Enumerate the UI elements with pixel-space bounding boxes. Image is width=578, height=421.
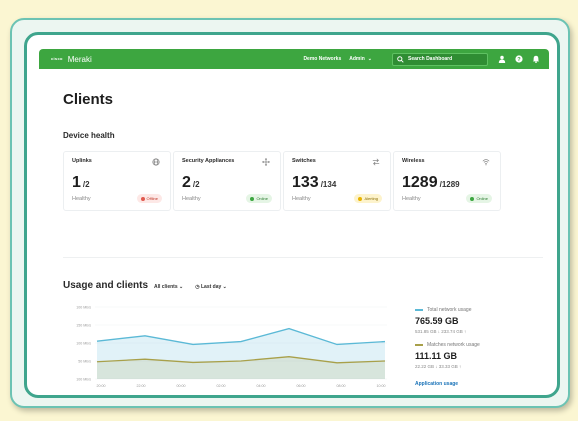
badge-label: Alerting	[364, 196, 378, 201]
application-usage-link[interactable]: Application usage	[415, 381, 535, 387]
bell-icon[interactable]	[532, 55, 540, 63]
status-badge: Online	[246, 194, 272, 203]
status-badge: Online	[466, 194, 492, 203]
user-icon[interactable]	[498, 55, 506, 63]
status-dot	[140, 196, 145, 201]
move-icon	[262, 158, 270, 168]
dashboard-window: cisco Meraki Demo Networks Admin ⌄ Search…	[24, 32, 560, 398]
x-tick-label: 20:00	[97, 384, 106, 388]
x-tick-label: 06:00	[297, 384, 306, 388]
x-tick-label: 00:00	[177, 384, 186, 388]
usage-title: Usage and clients	[63, 280, 149, 291]
card-count: 133	[292, 174, 319, 191]
section-divider	[63, 257, 543, 258]
legend-matches-label: Matches network usage	[427, 342, 480, 348]
x-tick-label: 08:00	[337, 384, 346, 388]
status-dot	[358, 196, 363, 201]
status-badge: Alerting	[354, 194, 382, 203]
matches-usage-value: 111.11 GB	[415, 351, 458, 361]
help-icon[interactable]: ?	[515, 55, 523, 63]
matches-usage-detail: 22.22 GB ↓ 33.33 GB ↑	[415, 364, 462, 369]
health-card-uplinks[interactable]: Uplinks 1/2 Healthy Offline	[63, 151, 171, 211]
legend-total-label: Total network usage	[427, 307, 472, 313]
svg-text:?: ?	[517, 57, 521, 63]
switch-icon	[372, 158, 380, 168]
total-usage-value: 765.59 GB	[415, 316, 459, 326]
x-tick-label: 22:00	[137, 384, 146, 388]
chevron-down-icon: ⌄	[367, 56, 372, 62]
card-total: /2	[192, 180, 200, 189]
card-sub: Healthy	[182, 196, 201, 202]
card-sub: Healthy	[292, 196, 311, 202]
card-value: 133/134	[292, 174, 336, 192]
card-total: /1289	[439, 180, 460, 189]
meraki-logo[interactable]: cisco Meraki	[51, 55, 92, 64]
total-usage-detail: 531.85 GB ↓ 233.74 GB ↑	[415, 329, 467, 334]
card-sub: Healthy	[402, 196, 421, 202]
card-label: Wireless	[402, 158, 425, 164]
logo-text: Meraki	[67, 54, 92, 64]
x-tick-label: 04:00	[257, 384, 266, 388]
clock-icon: ◷	[195, 284, 200, 290]
chevron-down-icon: ⌄	[222, 284, 227, 290]
device-health-cards: Uplinks 1/2 Healthy Offline Security App…	[63, 151, 543, 211]
legend-total: Total network usage	[415, 307, 535, 313]
clients-filter-label: All clients	[154, 284, 178, 290]
card-label: Switches	[292, 158, 316, 164]
period-filter-label: Last day	[200, 284, 222, 290]
admin-label: Admin	[349, 56, 365, 62]
card-count: 1	[72, 174, 81, 191]
y-tick-label: 100 Mb/s	[76, 378, 91, 382]
legend-matches: Matches network usage	[415, 342, 535, 348]
search-input[interactable]: Search Dashboard	[392, 52, 488, 66]
admin-menu[interactable]: Admin ⌄	[349, 56, 372, 62]
y-tick-label: 100 Mb/s	[76, 306, 91, 310]
y-tick-label: 100 Mb/s	[76, 342, 91, 346]
card-label: Uplinks	[72, 158, 92, 164]
page-title: Clients	[63, 91, 114, 108]
legend-swatch	[415, 344, 423, 346]
card-value: 1289/1289	[402, 174, 460, 192]
y-tick-label: 150 Mb/s	[76, 324, 91, 328]
device-health-title: Device health	[63, 131, 115, 140]
status-dot	[250, 196, 255, 201]
search-icon	[397, 55, 404, 63]
usage-filters: All clients ⌄ ◷ Last day ⌄	[154, 284, 227, 290]
top-navigation-bar: cisco Meraki Demo Networks Admin ⌄ Search…	[39, 49, 549, 69]
usage-chart: 100 Mb/s 150 Mb/s 100 Mb/s 50 Mb/s 100 Mb/s 2…	[76, 306, 387, 388]
card-value: 1/2	[72, 174, 90, 192]
health-card-switches[interactable]: Switches 133/134 Healthy Alerting	[283, 151, 391, 211]
y-tick-label: 50 Mb/s	[78, 360, 91, 364]
status-badge: Offline	[136, 194, 162, 203]
card-total: /2	[82, 180, 90, 189]
badge-label: Online	[256, 196, 268, 201]
legend-swatch	[415, 309, 423, 311]
wifi-icon	[482, 158, 490, 168]
card-label: Security Appliances	[182, 158, 235, 164]
badge-label: Online	[476, 196, 488, 201]
x-tick-label: 02:00	[217, 384, 226, 388]
status-dot	[470, 196, 475, 201]
clients-filter-dropdown[interactable]: All clients ⌄	[154, 284, 183, 290]
search-placeholder: Search Dashboard	[408, 56, 453, 62]
period-filter-dropdown[interactable]: ◷ Last day ⌄	[195, 284, 227, 290]
health-card-wireless[interactable]: Wireless 1289/1289 Healthy Online	[393, 151, 501, 211]
cisco-logo-mark: cisco	[51, 56, 63, 61]
card-sub: Healthy	[72, 196, 91, 202]
card-count: 2	[182, 174, 191, 191]
chevron-down-icon: ⌄	[179, 284, 184, 290]
globe-icon	[152, 158, 160, 168]
usage-legend: Total network usage 765.59 GB 531.85 GB …	[415, 307, 535, 387]
card-value: 2/2	[182, 174, 200, 192]
card-total: /134	[320, 180, 337, 189]
network-selector[interactable]: Demo Networks	[303, 56, 341, 62]
health-card-security-appliances[interactable]: Security Appliances 2/2 Healthy Online	[173, 151, 281, 211]
x-tick-label: 10:00	[377, 384, 386, 388]
badge-label: Offline	[146, 196, 159, 201]
card-count: 1289	[402, 174, 438, 191]
main-content: Clients Device health Uplinks 1/2 Health…	[39, 69, 549, 389]
